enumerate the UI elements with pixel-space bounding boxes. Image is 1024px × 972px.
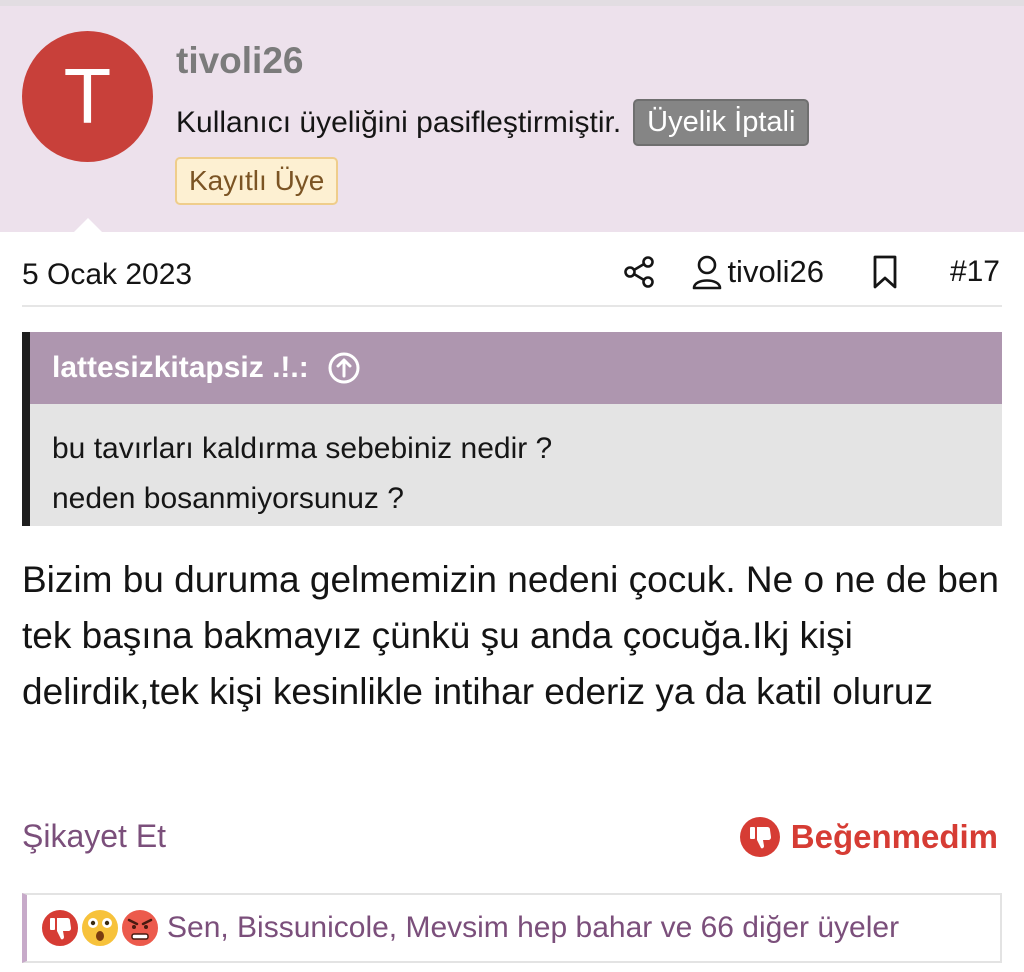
dislike-label: Beğenmedim: [790, 818, 998, 855]
share-icon[interactable]: [621, 254, 657, 290]
post-number-link[interactable]: #17: [950, 255, 1000, 289]
report-link[interactable]: Şikayet Et: [22, 818, 166, 855]
post-author[interactable]: tivoli26: [691, 254, 824, 290]
quote-block: lattesizkitapsiz .!.: bu tavırları kaldı…: [22, 332, 1002, 526]
bookmark-icon[interactable]: [870, 254, 900, 290]
quote-line: bu tavırları kaldırma sebebiniz nedir ?: [52, 432, 553, 465]
meta-divider: [22, 305, 1002, 307]
post-actions: Şikayet Et Beğenmedim: [0, 812, 1024, 862]
thumbs-down-icon: [40, 908, 80, 948]
post-meta: 5 Ocak 2023 tivoli26 #17: [0, 232, 1024, 308]
reaction-summary[interactable]: Sen, Bissunicole, Mevsim hep bahar ve 66…: [167, 911, 899, 945]
membership-cancelled-badge: Üyelik İptali: [633, 99, 810, 146]
quote-header[interactable]: lattesizkitapsiz .!.:: [30, 332, 1002, 404]
registered-member-badge: Kayıtlı Üye: [175, 157, 339, 205]
quote-line: neden bosanmiyorsunuz ?: [52, 482, 404, 515]
quote-author: lattesizkitapsiz .!.:: [52, 351, 309, 384]
user-header: T tivoli26 Kullanıcı üyeliğini pasifleşt…: [0, 6, 1024, 238]
username[interactable]: tivoli26: [176, 40, 304, 82]
author-name: tivoli26: [727, 254, 824, 289]
angry-face-icon: [120, 908, 160, 948]
status-line: Kullanıcı üyeliğini pasifleştirmiştir. Ü…: [176, 99, 810, 146]
reaction-icons: [39, 907, 160, 949]
user-icon: [693, 255, 722, 290]
thumbs-down-icon: [739, 817, 780, 857]
avatar-letter: T: [63, 52, 112, 140]
quote-body: bu tavırları kaldırma sebebiniz nedir ? …: [52, 424, 552, 524]
reactions-bar[interactable]: Sen, Bissunicole, Mevsim hep bahar ve 66…: [22, 893, 1002, 963]
avatar[interactable]: T: [22, 31, 153, 162]
shocked-face-icon: [80, 908, 120, 948]
post-date[interactable]: 5 Ocak 2023: [22, 258, 192, 292]
arrow-up-circle-icon[interactable]: [327, 351, 361, 385]
status-text: Kullanıcı üyeliğini pasifleştirmiştir.: [176, 105, 622, 139]
post-body: Bizim bu duruma gelmemizin nedeni çocuk.…: [22, 559, 999, 712]
post-meta-actions: tivoli26 #17: [621, 252, 1000, 292]
dislike-button[interactable]: Beğenmedim: [739, 816, 998, 858]
